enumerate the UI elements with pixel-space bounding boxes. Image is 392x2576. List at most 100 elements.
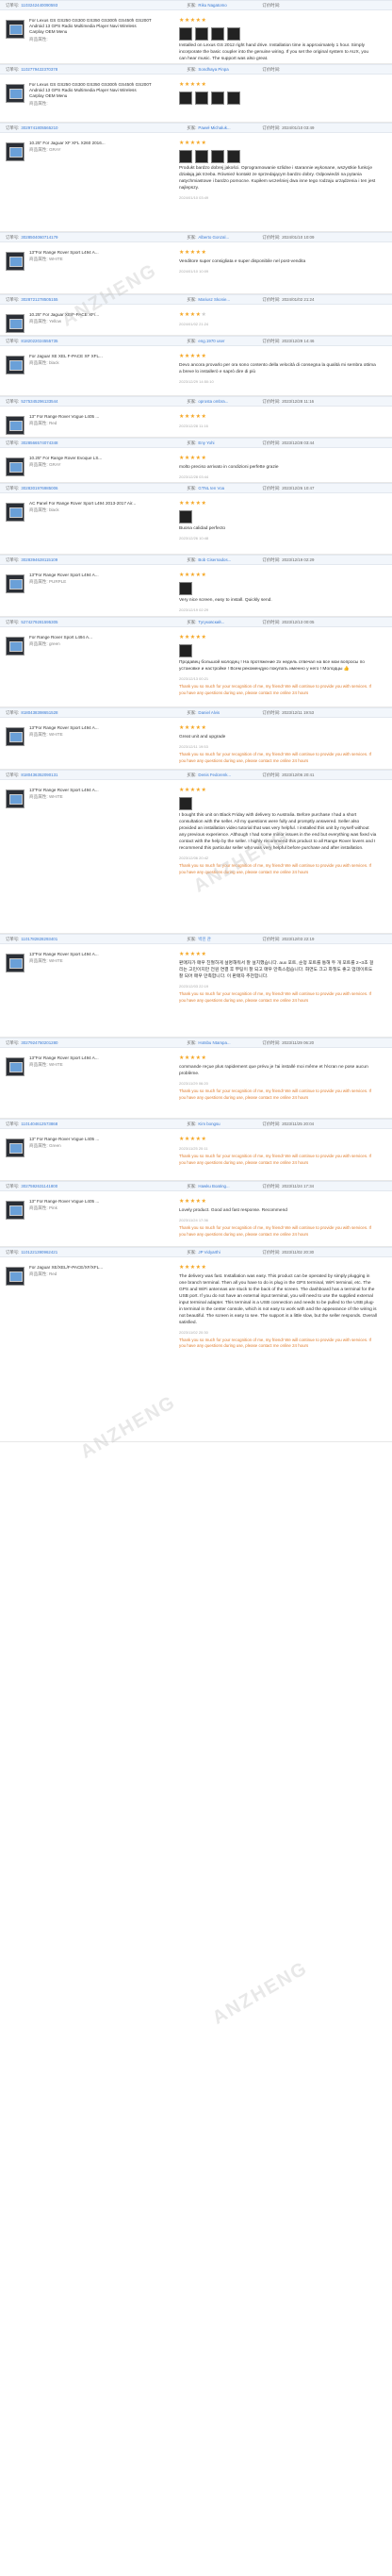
product-name[interactable]: 13" For Range Rover Vogue L405 ...: [29, 414, 152, 420]
buyer-name[interactable]: Denis Fedorenk...: [198, 773, 254, 778]
order-id-link[interactable]: 8180436352090131: [21, 773, 143, 778]
product-thumbnail[interactable]: [6, 954, 24, 972]
product-thumbnail[interactable]: [6, 1057, 24, 1076]
buyer-name[interactable]: Paweł Michaluk...: [198, 125, 254, 131]
order-id-link[interactable]: 8182022024555735: [21, 339, 143, 344]
review-text: Lovely product. Good and fast response. …: [179, 1208, 287, 1214]
review-photo[interactable]: [211, 27, 224, 42]
review-photo[interactable]: [227, 27, 240, 42]
product-name[interactable]: 13"For Range Rover Sport L494 A...: [29, 952, 152, 957]
product-thumbnail[interactable]: [6, 1267, 24, 1286]
review-photo[interactable]: [179, 582, 192, 596]
buyer-name[interactable]: JP Vidyarthi: [198, 1250, 254, 1255]
order-id-link[interactable]: 1101404612573868: [21, 1122, 143, 1127]
product-thumbnail[interactable]: [6, 84, 24, 103]
product-name[interactable]: 13"For Range Rover Sport L494 A...: [29, 573, 152, 578]
order-id-link[interactable]: 1101782828293401: [21, 937, 143, 942]
order-header: 订单号: 8180438398651528 买家: Daniel Alvis 订…: [0, 707, 392, 718]
review-photo[interactable]: [195, 91, 208, 106]
review-photo[interactable]: [179, 27, 192, 42]
buyer-name[interactable]: Sondhaya Pinpa: [198, 67, 254, 73]
product-name[interactable]: 10.25" For Jaguar XE/F-PACE XF/...: [29, 312, 152, 318]
review-cell: ★★★★★ Great unit and upgrade 2023/12/11 …: [170, 718, 392, 770]
product-thumbnail[interactable]: [6, 457, 24, 476]
review-photo[interactable]: [227, 150, 240, 164]
order-id-link[interactable]: 5275345296133544: [21, 399, 143, 405]
buyer-name[interactable]: Riku Nagatomo: [198, 3, 254, 8]
order-id-link[interactable]: 8180438398651528: [21, 710, 143, 716]
order-time: 2023/12/03 22:19: [282, 936, 315, 941]
buyer-name[interactable]: 박진 관: [198, 937, 254, 942]
buyer-name[interactable]: Тугуковский...: [198, 620, 254, 625]
product-name[interactable]: AC Panel For Range Rover Sport L494 2013…: [29, 501, 152, 507]
order-id-link[interactable]: 3028566574074348: [21, 440, 143, 446]
buyer-name[interactable]: Kim bongsu: [198, 1122, 254, 1127]
buyer-name[interactable]: Eny Yohi: [198, 440, 254, 446]
review-text: Продавец большой молодец ! На протяжение…: [179, 660, 365, 673]
review-photo[interactable]: [179, 510, 192, 524]
order-id-link[interactable]: 3028301976985006: [21, 486, 143, 491]
product-thumbnail[interactable]: [6, 1138, 24, 1157]
buyer-name[interactable]: Mariusz Skonie...: [198, 297, 254, 303]
product-thumbnail[interactable]: [6, 1201, 24, 1220]
order-id-label: 订单号:: [6, 125, 20, 130]
review-photo[interactable]: [195, 27, 208, 42]
order-id-link[interactable]: 3028721278505155: [21, 297, 143, 303]
order-id-link[interactable]: 1102779422370378: [21, 67, 143, 73]
review-photo[interactable]: [179, 797, 192, 811]
product-thumbnail[interactable]: [6, 503, 24, 522]
product-name[interactable]: For Jaguar XE/XEL/F-PACE/XF/XFL...: [29, 1265, 152, 1271]
order-id-link[interactable]: 1101221390962421: [21, 1250, 143, 1255]
order-id-link[interactable]: 3029741805565210: [21, 125, 143, 131]
order-id-link[interactable]: 3027924750201280: [21, 1040, 143, 1046]
product-name[interactable]: For Lexus GS GS250 GS300 GS350 GS300h GS…: [29, 82, 152, 100]
product-thumbnail[interactable]: [6, 727, 24, 746]
review-photo[interactable]: [179, 150, 192, 164]
product-thumbnail[interactable]: [6, 142, 24, 161]
product-thumbnail[interactable]: [6, 356, 24, 374]
rating-stars: ★★★★★: [179, 501, 207, 507]
product-name[interactable]: For Range Rover Sport L494 A...: [29, 635, 152, 640]
buyer-name[interactable]: Daniel Alvis: [198, 710, 254, 716]
order-id-link[interactable]: 3028504060714179: [21, 235, 143, 241]
buyer-name[interactable]: Alberto Gonzal...: [198, 235, 254, 241]
order-header: 订单号: 5274279281595305 买家: Тугуковский...…: [0, 617, 392, 627]
buyer-name[interactable]: Hawku Boating...: [198, 1184, 254, 1189]
order-id-link[interactable]: 1103242440090593: [21, 3, 143, 8]
order-id-link[interactable]: 5274279281595305: [21, 620, 143, 625]
review-photo[interactable]: [211, 150, 224, 164]
product-name[interactable]: 13"For Range Rover Sport L494 A...: [29, 1055, 152, 1061]
product-name[interactable]: For Lexus GS GS250 GS300 GS350 GS300h GS…: [29, 18, 152, 36]
product-thumbnail[interactable]: [6, 574, 24, 593]
review-photo[interactable]: [195, 150, 208, 164]
product-thumbnail[interactable]: [6, 20, 24, 39]
buyer-name[interactable]: GTNL ten Voa: [198, 486, 254, 491]
review-photo[interactable]: [227, 91, 240, 106]
product-thumbnail[interactable]: [6, 789, 24, 808]
product-attr: GRAY: [48, 147, 61, 153]
product-thumbnail[interactable]: [6, 252, 24, 271]
buyer-name[interactable]: eng.1970 user: [198, 339, 254, 344]
product-name[interactable]: For Jaguar XE XEL F-PACE XF XFL...: [29, 354, 152, 359]
product-thumbnail[interactable]: [6, 314, 24, 333]
review-photo[interactable]: [179, 644, 192, 658]
review-photo[interactable]: [211, 91, 224, 106]
product-thumbnail[interactable]: [6, 416, 24, 435]
product-name[interactable]: 13"For Range Rover Sport L494 A...: [29, 250, 152, 256]
product-name[interactable]: 13"For Range Rover Sport L494 A...: [29, 788, 152, 793]
buyer-name[interactable]: Bob Cisernados...: [198, 557, 254, 563]
product-name[interactable]: 13"For Range Rover Sport L494 A...: [29, 725, 152, 731]
review-photo[interactable]: [179, 91, 192, 106]
buyer-name[interactable]: oprosta ombra...: [198, 399, 254, 405]
product-name[interactable]: 10.25" For Range Rover Evoque LS...: [29, 456, 152, 461]
review-photos: [179, 91, 388, 106]
buyer-name[interactable]: Hotsbu Ntampa...: [198, 1040, 254, 1046]
product-name[interactable]: 13" For Range Rover Vogue L405 ...: [29, 1199, 152, 1205]
order-id-label: 订单号:: [6, 2, 20, 8]
product-attr: black: [48, 507, 59, 513]
product-thumbnail[interactable]: [6, 637, 24, 656]
product-name[interactable]: 13" For Range Rover Vogue L405 ...: [29, 1137, 152, 1142]
order-id-link[interactable]: 3028394628115109: [21, 557, 143, 563]
order-id-link[interactable]: 3027592631141800: [21, 1184, 143, 1189]
product-name[interactable]: 10.25" For Jaguar XF XFL X260 2016...: [29, 141, 152, 146]
